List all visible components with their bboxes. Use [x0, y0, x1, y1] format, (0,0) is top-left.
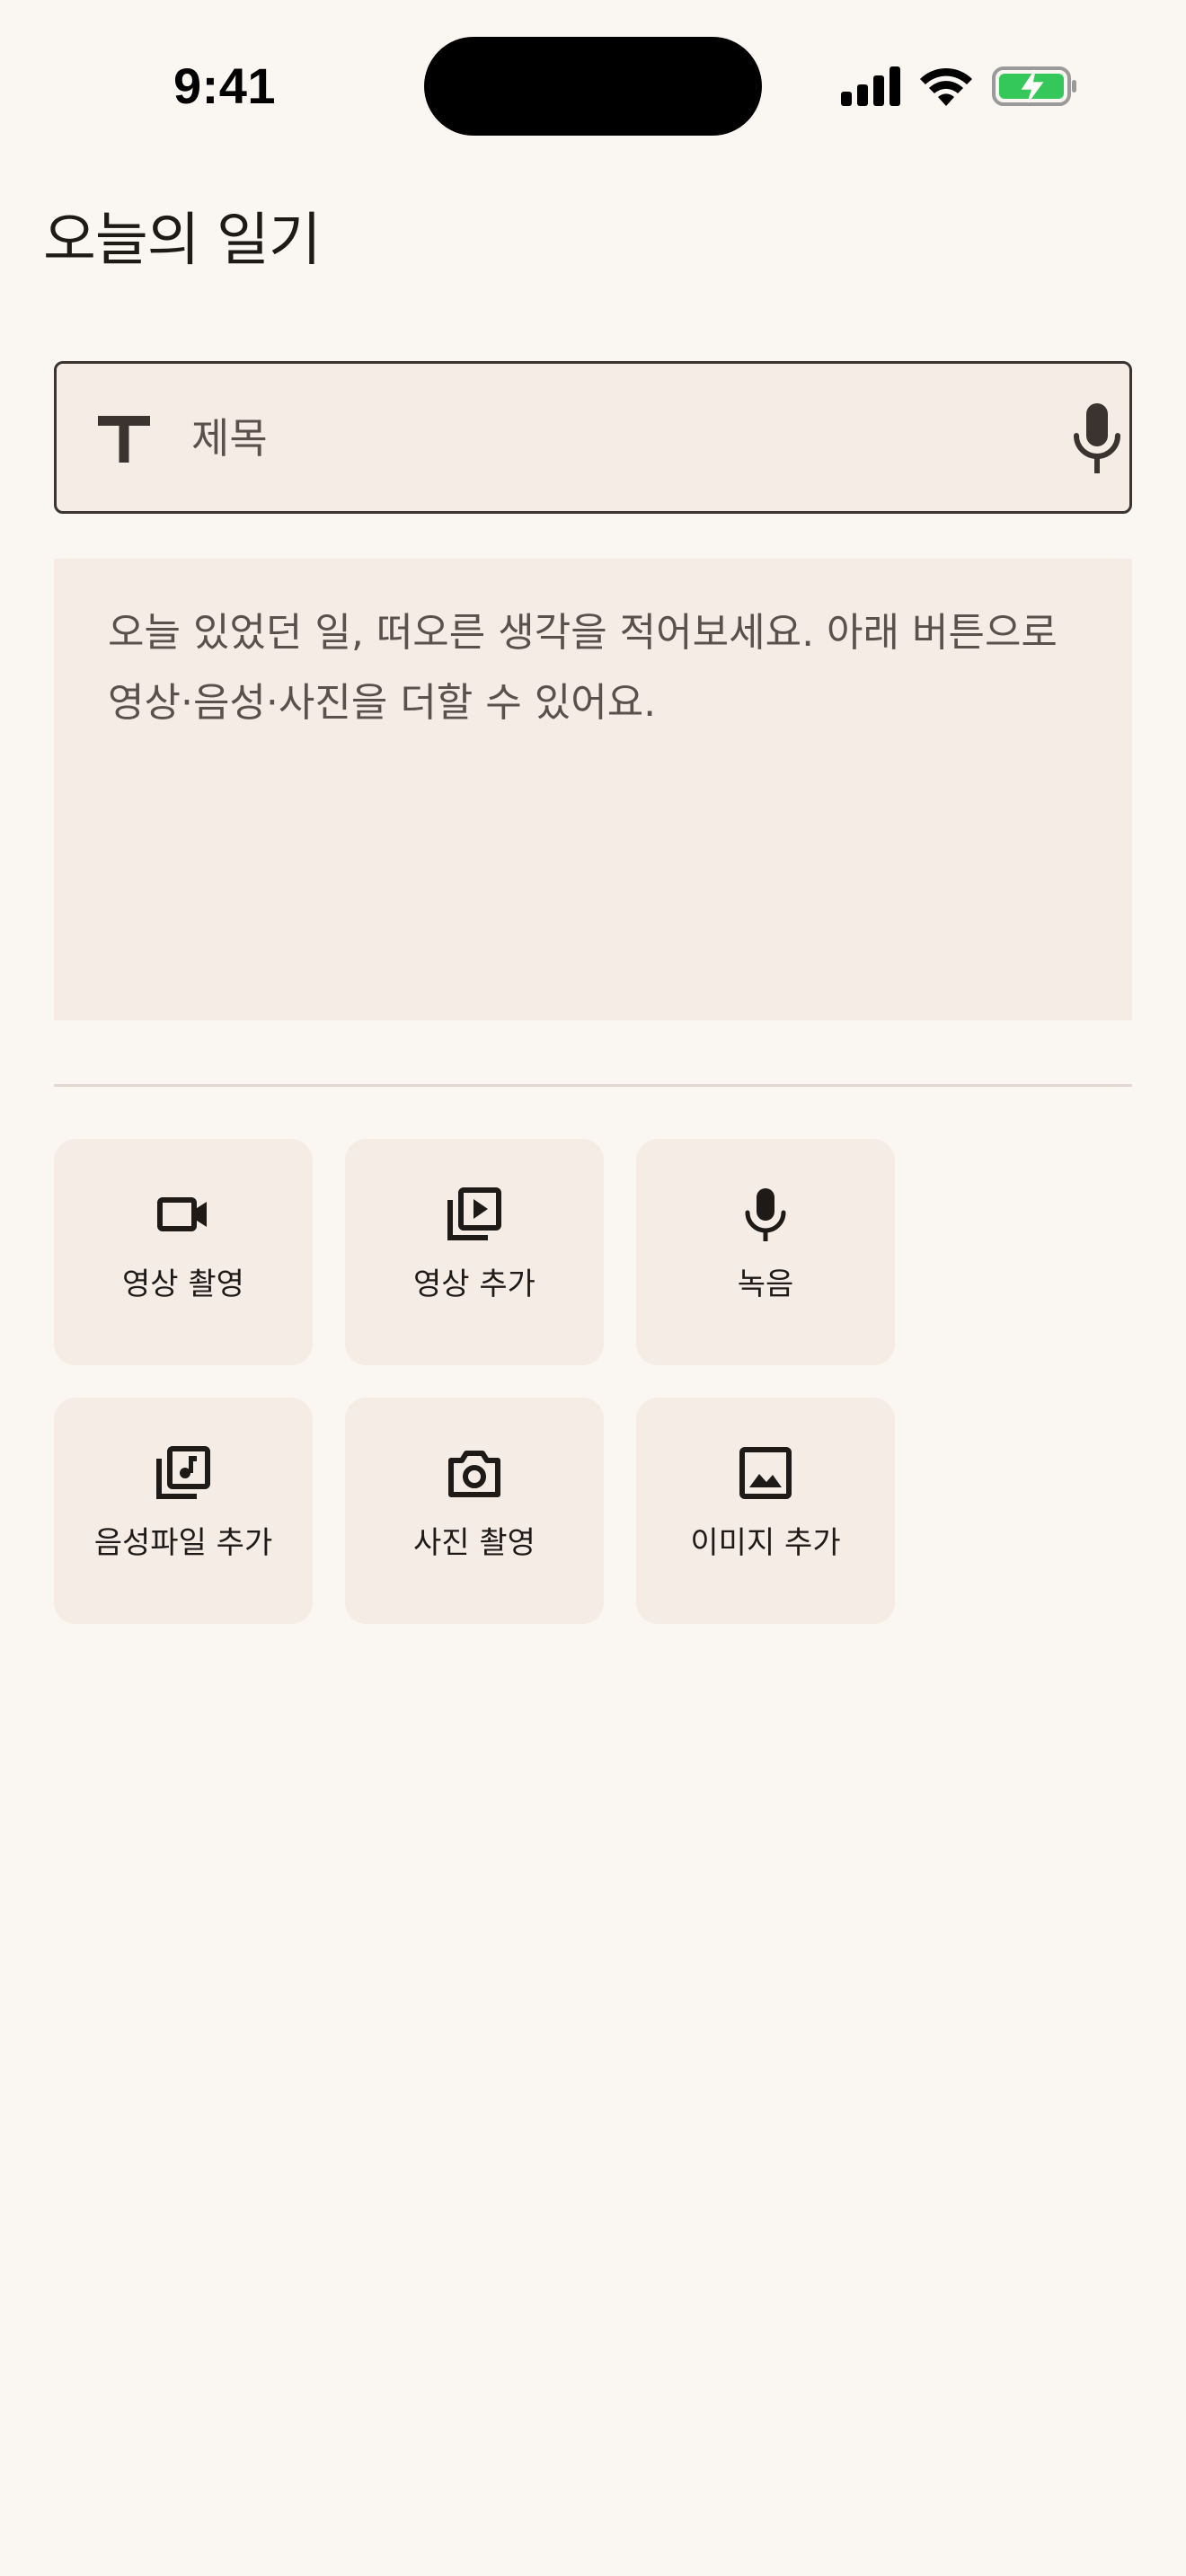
record-video-label: 영상 촬영	[122, 1266, 244, 1302]
add-audio-file-button[interactable]: 음성파일 추가	[54, 1398, 313, 1624]
status-time: 9:41	[173, 57, 277, 114]
video-camera-icon	[155, 1186, 212, 1243]
camera-icon	[446, 1444, 503, 1502]
body-field[interactable]	[54, 559, 1132, 1020]
diary-compose-screen: 9:41 오늘의 일기 제목 오늘 있었던 일, 떠오른 생각을 적어보세요. …	[0, 0, 1186, 2576]
record-video-button[interactable]: 영상 촬영	[54, 1139, 313, 1365]
record-audio-label: 녹음	[737, 1266, 794, 1302]
title-input[interactable]	[191, 398, 1000, 479]
divider	[54, 1084, 1132, 1087]
battery-charging-icon	[992, 66, 1076, 106]
microphone-icon	[737, 1186, 794, 1243]
add-video-label: 영상 추가	[413, 1266, 535, 1302]
add-audio-file-label: 음성파일 추가	[93, 1525, 273, 1561]
status-bar: 9:41	[0, 0, 1186, 171]
record-audio-button[interactable]: 녹음	[636, 1139, 895, 1365]
text-icon	[98, 416, 150, 463]
take-photo-label: 사진 촬영	[413, 1525, 535, 1561]
wifi-icon	[920, 67, 972, 106]
microphone-icon	[1074, 403, 1120, 473]
dynamic-island	[424, 37, 762, 136]
title-dictation-button[interactable]	[1068, 400, 1126, 477]
title-field[interactable]	[54, 361, 1132, 514]
add-image-button[interactable]: 이미지 추가	[636, 1398, 895, 1624]
image-icon	[737, 1444, 794, 1502]
page-title: 오늘의 일기	[43, 207, 322, 274]
cellular-signal-icon	[841, 66, 900, 106]
add-video-button[interactable]: 영상 추가	[345, 1139, 604, 1365]
body-textarea[interactable]	[54, 559, 1132, 1020]
take-photo-button[interactable]: 사진 촬영	[345, 1398, 604, 1624]
add-image-label: 이미지 추가	[690, 1525, 841, 1561]
video-library-icon	[446, 1186, 503, 1243]
audio-library-icon	[155, 1444, 212, 1502]
